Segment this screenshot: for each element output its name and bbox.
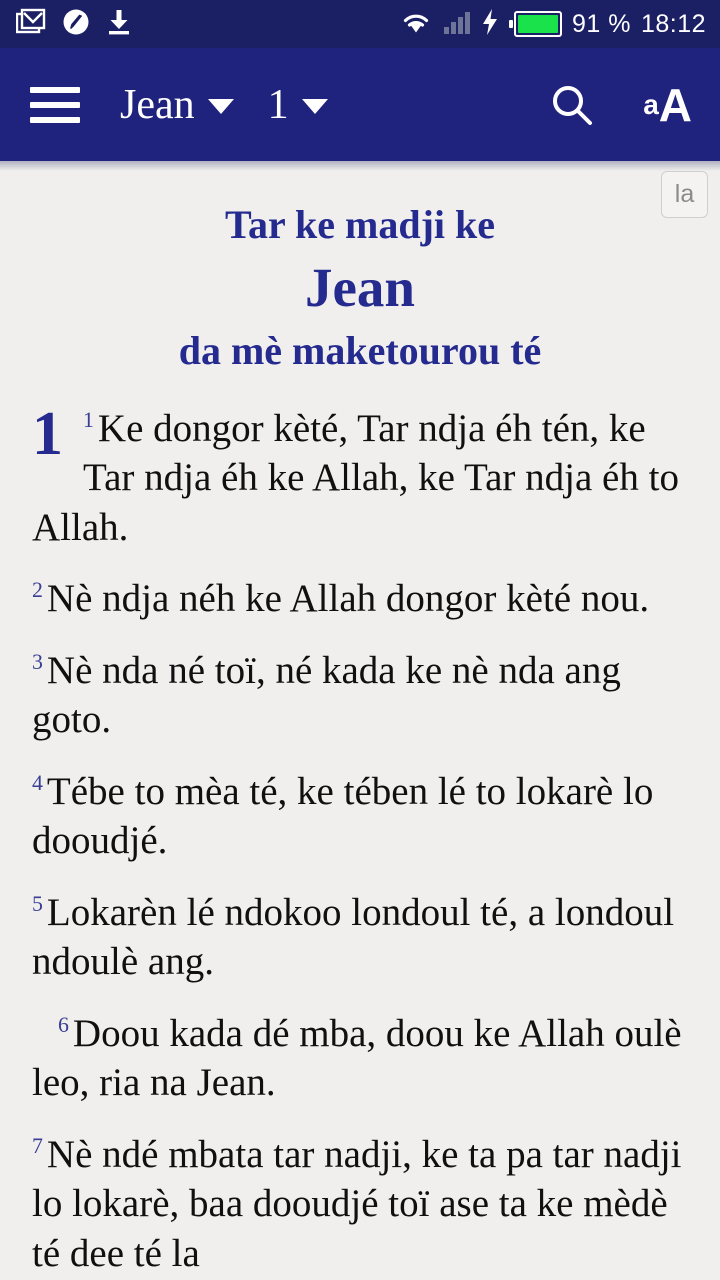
font-size-big-a: A [658,78,692,131]
book-selector[interactable]: Jean [120,84,234,126]
book-name-label: Jean [120,81,195,128]
font-size-small-a: a [643,88,659,120]
verse-list: 1 1 Ke dongor kèté, Tar ndja éh tén, ke Ta… [32,399,688,1279]
chevron-down-icon [207,99,234,114]
verse-paragraph[interactable]: 1 1 Ke dongor kèté, Tar ndja éh tén, ke Ta… [32,399,688,553]
status-bar-left-icons [15,8,132,41]
signal-icon [443,9,471,40]
verse-text: Nè ndja néh ke Allah dongor kèté nou. [46,577,650,621]
verse-paragraph[interactable]: 4 Tébe to mèa té, ke tében lé to lokarè l… [32,767,688,866]
heading-line-3: da mè maketourou té [178,327,542,373]
verse-text: Tébe to mèa té, ke tében lé to lokarè lo… [32,769,654,863]
verse-number: 6 [58,1012,69,1037]
paint-icon [62,8,90,41]
heading-line-1: Tar ke madji ke [224,202,496,247]
verse-number: 7 [32,1133,43,1158]
verse-paragraph[interactable]: 7 Nè ndé mbata tar nadji, ke ta pa tar na… [32,1130,688,1279]
wifi-icon [399,8,433,41]
verse-text: Nè nda né toï, né kada ke nè nda ang got… [32,648,621,742]
status-bar-right-icons: 91 % 18:12 [399,8,706,41]
status-bar: 91 % 18:12 [0,0,720,48]
chapter-number-label: 1 [267,81,289,128]
scripture-body: Tar ke madji ke Jean da mè maketourou té… [0,161,720,1278]
verse-paragraph[interactable]: 3 Nè nda né toï, né kada ke nè nda ang go… [32,646,688,745]
clock-label: 18:12 [640,9,706,38]
language-button[interactable]: la [661,171,708,218]
verse-number: 1 [83,407,94,432]
verse-paragraph[interactable]: 2 Nè ndja néh ke Allah dongor kèté nou. [32,574,688,624]
charging-bolt-icon [481,8,499,41]
verse-number: 3 [32,649,43,674]
verse-paragraph[interactable]: 6 Doou kada dé mba, doou ke Allah oulè le… [32,1009,688,1108]
app-bar: Jean 1 aA [0,48,720,161]
app-bar-actions: aA [549,82,692,128]
battery-percent-label: 91 % [571,9,631,38]
gmail-icon [15,8,46,41]
search-icon[interactable] [549,82,595,128]
chapter-selector[interactable]: 1 [268,84,328,126]
scripture-content[interactable]: la Tar ke madji ke Jean da mè maketourou… [0,161,720,1280]
verse-number: 2 [32,578,43,603]
font-size-icon[interactable]: aA [643,82,692,128]
verse-text: Ke dongor kèté, Tar ndja éh tén, ke Tar … [32,406,679,549]
verse-text: Doou kada dé mba, doou ke Allah oulè leo… [32,1011,682,1105]
verse-number: 4 [32,770,43,795]
chevron-down-icon [301,99,328,114]
chapter-drop-cap: 1 [32,399,63,468]
verse-text: Nè ndé mbata tar nadji, ke ta pa tar nad… [32,1132,682,1275]
hamburger-menu-icon[interactable] [30,86,80,123]
verse-text: Lokarèn lé ndokoo londoul té, a londoul … [32,890,675,984]
chapter-heading: Tar ke madji ke Jean da mè maketourou té [32,161,688,376]
battery-icon [508,11,562,37]
verse-paragraph[interactable]: 5 Lokarèn lé ndokoo londoul té, a londoul… [32,888,688,987]
verse-number: 5 [32,891,43,916]
heading-line-2: Jean [305,256,415,318]
download-icon [106,8,132,41]
